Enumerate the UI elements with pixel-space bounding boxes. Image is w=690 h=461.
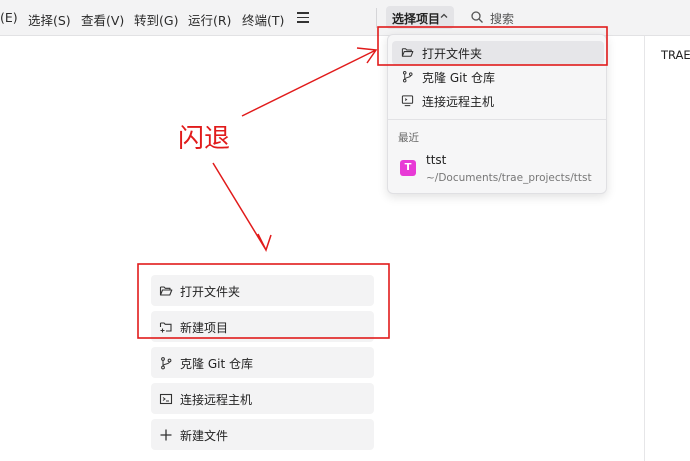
menubar-divider [376,8,377,28]
dropdown-connect-remote[interactable]: 连接远程主机 [392,89,604,113]
project-selector-label: 选择项目 [392,12,441,26]
new-file-button[interactable]: 新建文件 [151,419,374,450]
dropdown-connect-remote-label: 连接远程主机 [422,95,495,109]
right-panel: TRAE [644,36,690,461]
git-branch-icon [402,71,413,83]
menu-run[interactable]: 运行(R) [188,10,231,29]
new-project-icon [159,322,172,333]
dropdown-separator [388,119,606,120]
new-project-button[interactable]: 新建项目 [151,311,374,342]
menu-view[interactable]: 查看(V) [81,10,124,29]
folder-open-icon [159,286,173,296]
recent-project-name: ttst [426,153,447,167]
annotation-text: 闪退 [178,124,231,154]
dropdown-open-folder[interactable]: 打开文件夹 [392,41,604,65]
annotation-arrow-down [212,162,272,252]
annotation-arrow-up [241,47,378,117]
open-folder-button[interactable]: 打开文件夹 [151,275,374,306]
project-dropdown: 打开文件夹 克隆 Git 仓库 连接远程主机 最近 T ttst ~/Docum… [387,34,607,194]
right-panel-title: TRAE [661,48,690,62]
recent-section-label: 最近 [398,132,419,144]
chevron-up-icon [440,13,448,18]
connect-remote-button[interactable]: 连接远程主机 [151,383,374,414]
new-file-label: 新建文件 [180,429,229,443]
search-label: 搜索 [490,12,515,26]
menu-bar: (E) 选择(S) 查看(V) 转到(G) 运行(R) 终端(T) 选择项目 搜… [0,0,690,36]
menu-edit[interactable]: (E) [0,10,18,25]
menu-terminal[interactable]: 终端(T) [242,10,284,29]
new-project-label: 新建项目 [180,321,229,335]
clone-git-button[interactable]: 克隆 Git 仓库 [151,347,374,378]
project-selector-button[interactable]: 选择项目 [386,6,454,29]
folder-open-icon [401,48,414,57]
remote-monitor-icon [401,95,414,107]
recent-project-path: ~/Documents/trae_projects/ttst [426,172,592,184]
clone-git-label: 克隆 Git 仓库 [180,357,253,371]
plus-icon [160,429,172,441]
hamburger-menu-icon[interactable] [297,12,309,23]
open-folder-label: 打开文件夹 [180,285,241,299]
project-badge: T [400,160,416,176]
menu-goto[interactable]: 转到(G) [134,10,178,29]
connect-remote-label: 连接远程主机 [180,393,253,407]
dropdown-clone-git-label: 克隆 Git 仓库 [422,71,495,85]
search-icon [471,11,483,23]
dropdown-clone-git[interactable]: 克隆 Git 仓库 [392,65,604,89]
terminal-icon [159,393,173,405]
dropdown-open-folder-label: 打开文件夹 [422,47,483,61]
menu-selection[interactable]: 选择(S) [28,10,71,29]
git-branch-icon [161,357,172,370]
